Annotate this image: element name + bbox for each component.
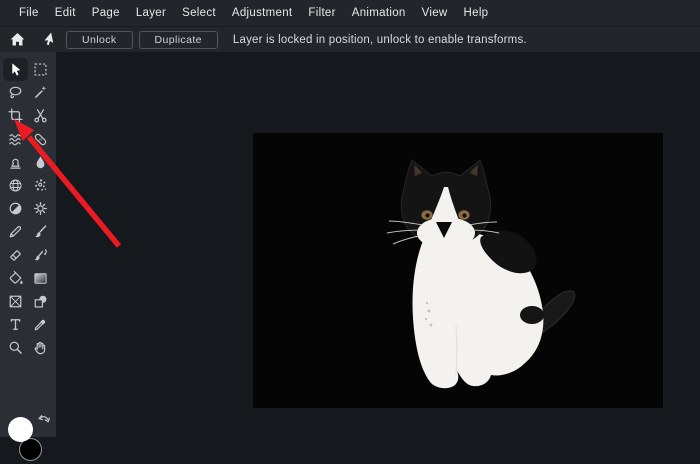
lasso-tool[interactable] [3, 81, 28, 104]
dodge-icon [7, 200, 24, 217]
paint-bucket-icon [7, 270, 24, 287]
spray-icon [32, 177, 49, 194]
clone-stamp-icon [7, 154, 24, 171]
frame-tool[interactable] [3, 290, 28, 313]
menu-file[interactable]: File [19, 7, 39, 19]
hand-icon [32, 339, 49, 356]
pointer-button[interactable] [40, 31, 58, 49]
healing-patch-tool[interactable] [28, 128, 53, 151]
home-button[interactable] [8, 31, 26, 49]
document-canvas[interactable] [253, 133, 663, 408]
zoom-tool[interactable] [3, 336, 28, 359]
scissors-tool[interactable] [28, 104, 53, 127]
menu-layer[interactable]: Layer [136, 7, 166, 19]
sphere-warp-tool[interactable] [3, 174, 28, 197]
type-tool[interactable] [3, 313, 28, 336]
clone-stamp-tool[interactable] [3, 151, 28, 174]
sphere-warp-icon [7, 177, 24, 194]
brush-icon [32, 223, 49, 240]
lasso-icon [7, 84, 24, 101]
foreground-color-swatch[interactable] [8, 417, 33, 442]
dodge-tool[interactable] [3, 197, 28, 220]
eyedropper-tool[interactable] [28, 313, 53, 336]
photo-editor-app: { "menu_bar": { "items": ["File","Edit",… [0, 0, 700, 437]
crop-icon [7, 107, 24, 124]
paint-bucket-tool[interactable] [3, 267, 28, 290]
scissors-icon [32, 107, 49, 124]
cat-image [253, 133, 663, 408]
blur-drop-tool[interactable] [28, 151, 53, 174]
menu-help[interactable]: Help [464, 7, 489, 19]
home-icon [9, 31, 26, 48]
brush-tool[interactable] [28, 220, 53, 243]
rectangle-select-icon [32, 61, 49, 78]
status-message: Layer is locked in position, unlock to e… [233, 34, 527, 46]
menu-page[interactable]: Page [92, 7, 120, 19]
shape-icon [32, 293, 49, 310]
eraser-tool[interactable] [3, 244, 28, 267]
menu-view[interactable]: View [422, 7, 448, 19]
rectangle-select-tool[interactable] [28, 58, 53, 81]
menu-filter[interactable]: Filter [308, 7, 335, 19]
type-icon [7, 316, 24, 333]
move-tool[interactable] [3, 58, 28, 81]
shape-tool[interactable] [28, 290, 53, 313]
burn-gear-icon [32, 200, 49, 217]
menu-animation[interactable]: Animation [352, 7, 406, 19]
menu-adjustment[interactable]: Adjustment [232, 7, 293, 19]
zoom-icon [7, 339, 24, 356]
mixer-brush-tool[interactable] [28, 244, 53, 267]
mixer-brush-icon [32, 247, 49, 264]
burn-gear-tool[interactable] [28, 197, 53, 220]
magic-wand-icon [32, 84, 49, 101]
move-tool-icon [7, 61, 24, 78]
pen-icon [7, 223, 24, 240]
tool-panel [0, 52, 56, 437]
liquify-tool[interactable] [3, 128, 28, 151]
unlock-button[interactable]: Unlock [66, 31, 133, 49]
magic-wand-tool[interactable] [28, 81, 53, 104]
menu-edit[interactable]: Edit [55, 7, 76, 19]
swap-colors-button[interactable] [37, 414, 51, 435]
action-bar: Unlock Duplicate Layer is locked in posi… [0, 26, 700, 52]
healing-patch-icon [32, 131, 49, 148]
color-swatches [5, 414, 53, 464]
menu-select[interactable]: Select [182, 7, 216, 19]
hand-tool[interactable] [28, 336, 53, 359]
swap-colors-icon [37, 414, 51, 430]
crop-tool[interactable] [3, 104, 28, 127]
eraser-icon [7, 247, 24, 264]
pen-tool[interactable] [3, 220, 28, 243]
eyedropper-icon [32, 316, 49, 333]
duplicate-button[interactable]: Duplicate [139, 31, 218, 49]
menu-bar: File Edit Page Layer Select Adjustment F… [0, 0, 700, 26]
liquify-icon [7, 131, 24, 148]
frame-icon [7, 293, 24, 310]
blur-drop-icon [32, 154, 49, 171]
gradient-tool[interactable] [28, 267, 53, 290]
pointer-icon [41, 31, 58, 48]
spray-tool[interactable] [28, 174, 53, 197]
gradient-icon [32, 270, 49, 287]
